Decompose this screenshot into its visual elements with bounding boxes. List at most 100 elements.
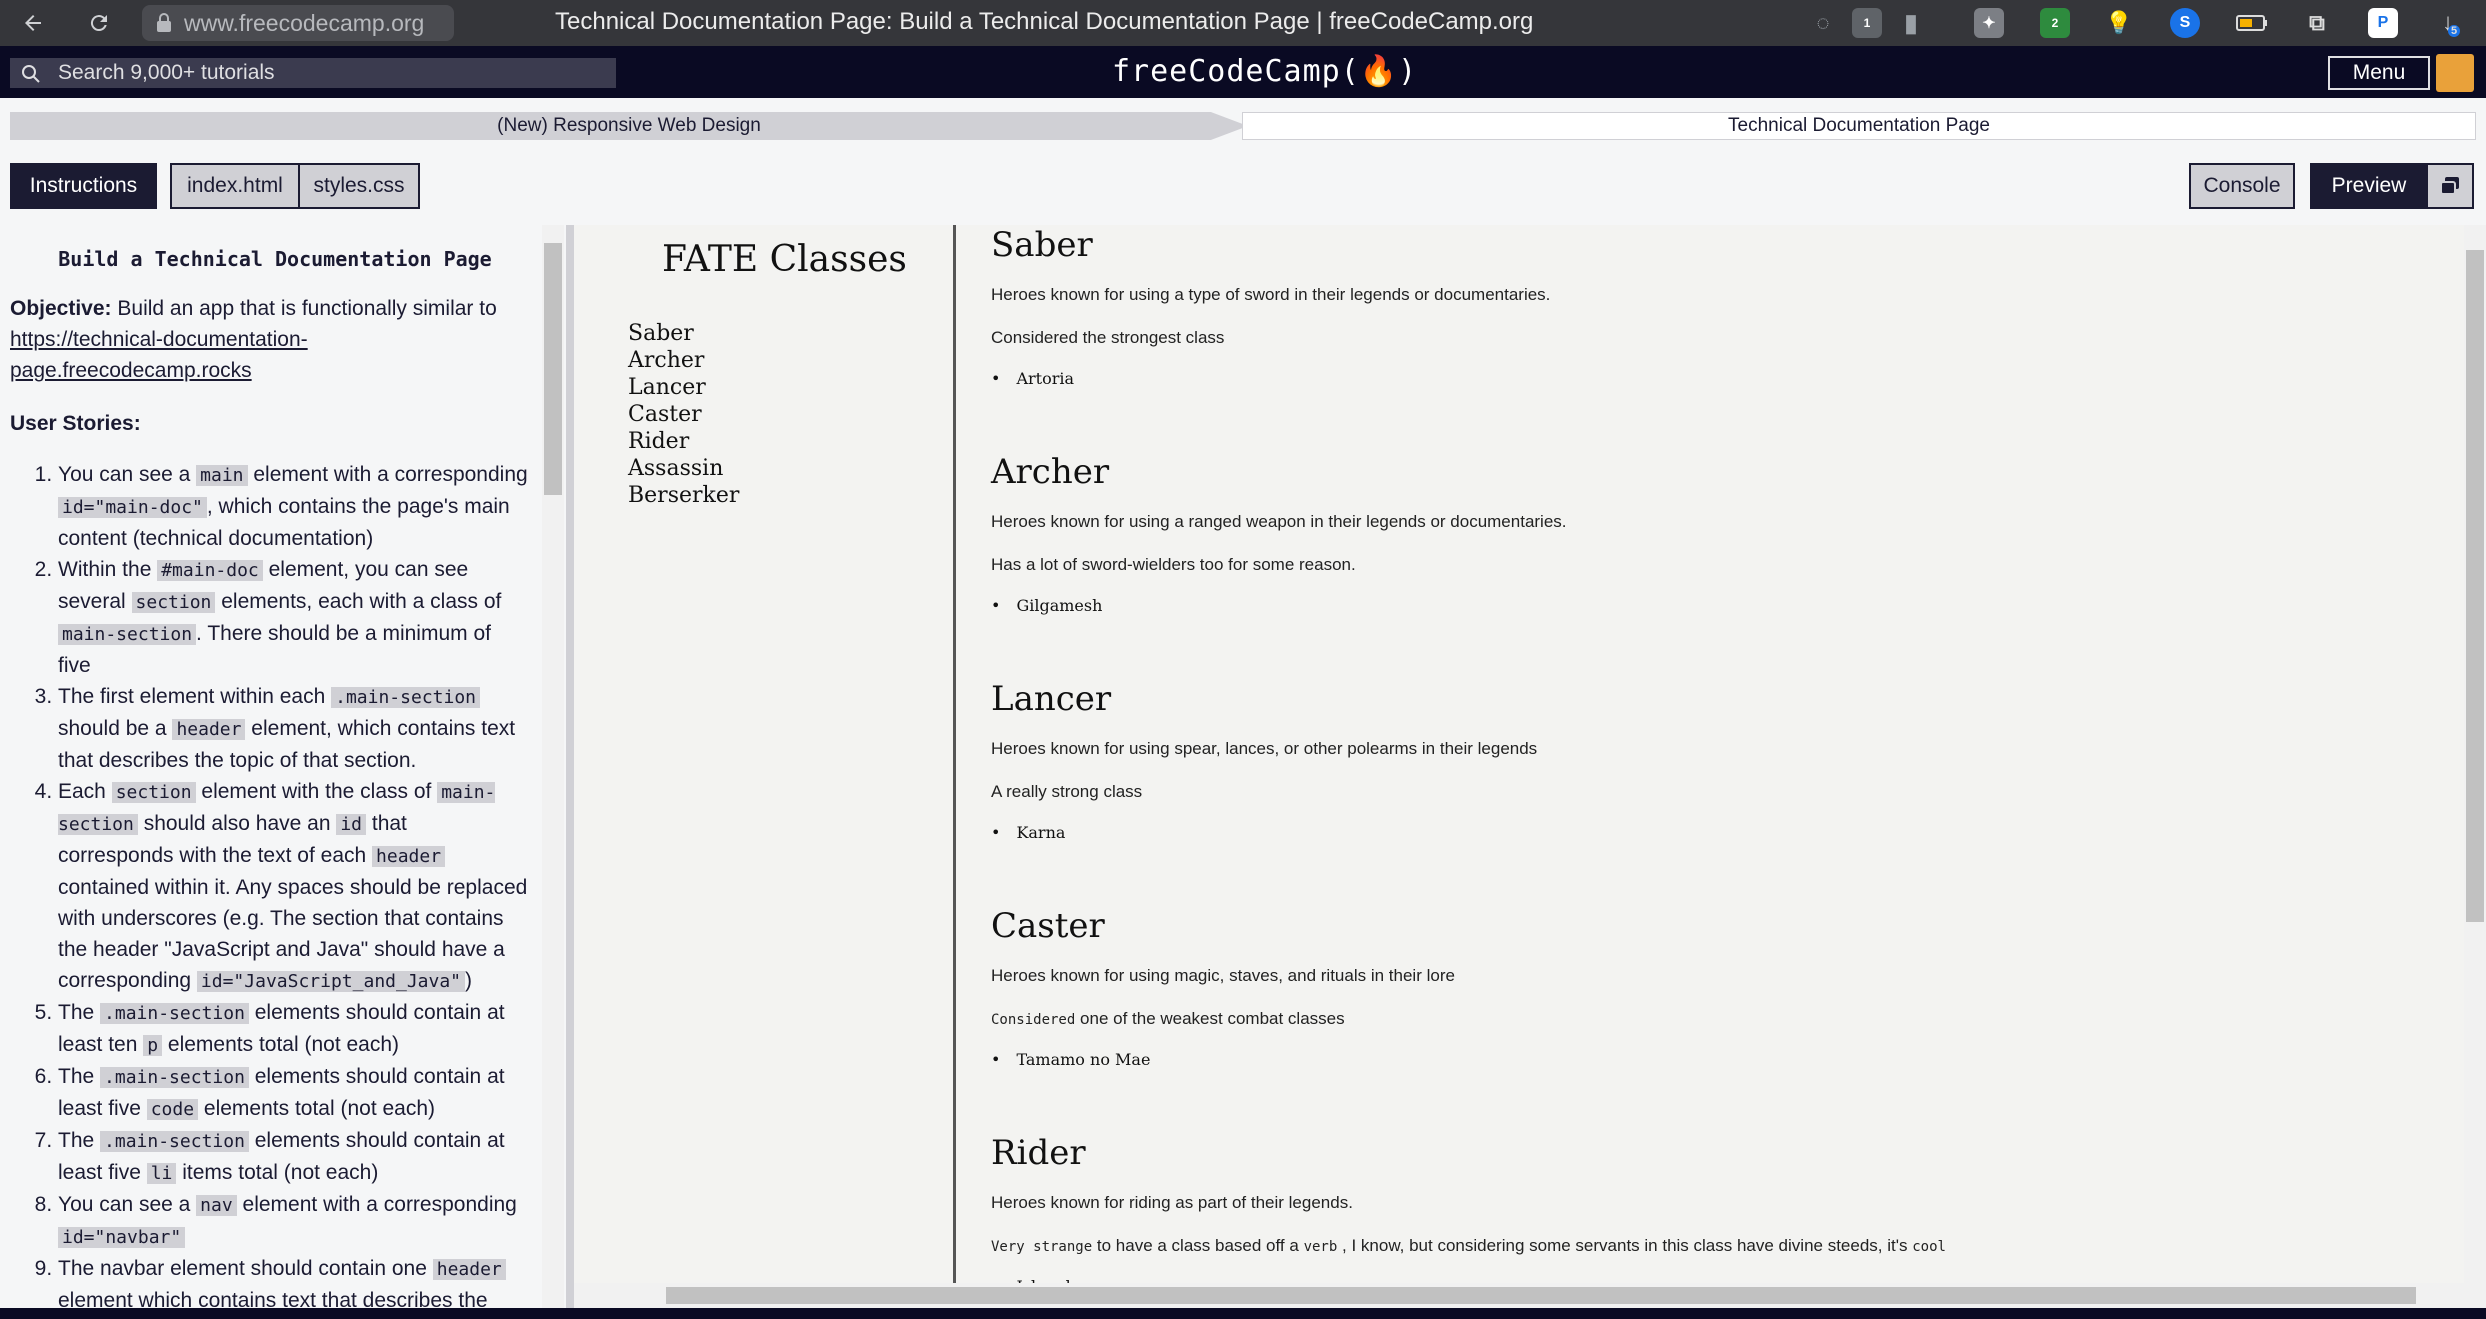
instructions-heading: Build a Technical Documentation Page <box>58 247 492 271</box>
puzzle-extension-icon[interactable]: ✦ <box>1974 8 2004 38</box>
avatar[interactable] <box>2436 54 2474 92</box>
inline-code: id="navbar" <box>58 1227 186 1248</box>
story-text: Within the <box>58 558 158 581</box>
nav-link-berserker[interactable]: Berserker <box>628 482 739 509</box>
browser-toolbar: www.freecodecamp.org Technical Documenta… <box>0 0 2486 46</box>
profile-doc-icon[interactable]: P <box>2368 8 2398 38</box>
shield-extension-icon[interactable]: 2 <box>2040 8 2070 38</box>
user-story: The .main-section elements should contai… <box>58 1061 528 1125</box>
menu-button[interactable]: Menu <box>2328 56 2430 90</box>
reload-icon[interactable] <box>84 8 114 38</box>
inline-code: id="main-doc" <box>58 497 207 518</box>
main-section: Archer Heroes known for using a ranged we… <box>991 452 2371 679</box>
section-header: Archer <box>991 452 1110 492</box>
objective: Objective: Build an app that is function… <box>0 293 550 386</box>
lightbulb-icon[interactable]: 💡 <box>2104 8 2134 38</box>
nav-link-saber[interactable]: Saber <box>628 320 739 347</box>
navbar-header: FATE Classes <box>662 239 907 280</box>
inline-code: header <box>432 1259 506 1280</box>
tab-index-html[interactable]: index.html <box>170 163 300 209</box>
story-text: You can see a <box>58 1193 197 1216</box>
tab-preview[interactable]: Preview <box>2310 163 2428 209</box>
section-paragraph: Heroes known for using spear, lances, or… <box>991 739 1538 758</box>
address-bar[interactable]: www.freecodecamp.org <box>142 5 454 41</box>
extensions-puzzle-icon[interactable]: ⧉ <box>2302 8 2332 38</box>
instructions-pane: Build a Technical Documentation Page Obj… <box>0 225 550 1308</box>
user-story: Each section element with the class of m… <box>58 776 528 997</box>
section-paragraph: Considered one of the weakest combat cla… <box>991 1009 1345 1029</box>
user-stories-list: You can see a main element with a corres… <box>0 459 550 1308</box>
main-section: Saber Heroes known for using a type of sw… <box>991 225 2371 452</box>
scrollbar-thumb[interactable] <box>2466 250 2484 922</box>
inline-code: #main-doc <box>157 560 263 581</box>
objective-label: Objective: <box>10 297 112 320</box>
search-placeholder: Search 9,000+ tutorials <box>58 61 275 84</box>
popout-preview-button[interactable] <box>2426 163 2474 209</box>
nav-link-rider[interactable]: Rider <box>628 428 739 455</box>
list-item: Gilgamesh <box>991 596 1102 615</box>
story-text: element with a corresponding <box>236 1193 517 1216</box>
breadcrumb-project[interactable]: Technical Documentation Page <box>1242 112 2476 140</box>
extension-icon[interactable]: 1 <box>1852 8 1882 38</box>
user-story: The .main-section elements should contai… <box>58 1125 528 1189</box>
main-doc: Saber Heroes known for using a type of sw… <box>991 225 2371 1283</box>
fcc-navbar: Search 9,000+ tutorials freeCodeCamp(🔥) … <box>0 46 2486 98</box>
main-section: Rider Heroes known for riding as part of … <box>991 1133 2371 1283</box>
user-story: The .main-section elements should contai… <box>58 997 528 1061</box>
inline-code: p <box>143 1035 163 1056</box>
story-text: should also have an <box>137 812 337 835</box>
story-text: The <box>58 1001 101 1024</box>
story-text: should be a <box>58 717 173 740</box>
inline-code: section <box>131 592 216 613</box>
example-link[interactable]: https://technical-documentation-page.fre… <box>10 328 308 382</box>
lock-icon <box>157 13 171 32</box>
nav-link-assassin[interactable]: Assassin <box>628 455 739 482</box>
shazam-icon[interactable]: S <box>2170 8 2200 38</box>
tab-styles-css[interactable]: styles.css <box>298 163 420 209</box>
inline-code: id="JavaScript_and_Java" <box>196 971 466 992</box>
inline-code: main <box>196 465 248 486</box>
main-section: Caster Heroes known for using magic, stav… <box>991 906 2371 1133</box>
story-text: The <box>58 1129 101 1152</box>
paragraph-text: one of the weakest combat classes <box>1080 1009 1345 1028</box>
back-icon[interactable] <box>18 8 48 38</box>
page-title: Technical Documentation Page: Build a Te… <box>555 8 1534 35</box>
tab-instructions[interactable]: Instructions <box>10 163 157 209</box>
nav-link-caster[interactable]: Caster <box>628 401 739 428</box>
story-text: elements total (not each) <box>162 1033 400 1056</box>
section-header: Lancer <box>991 679 1112 719</box>
scrollbar-thumb[interactable] <box>666 1287 2416 1304</box>
inline-code: cool <box>1912 1239 1946 1255</box>
nav-link-lancer[interactable]: Lancer <box>628 374 739 401</box>
battery-icon[interactable] <box>2236 8 2268 38</box>
preview-horizontal-scrollbar[interactable] <box>574 1283 2464 1308</box>
instructions-scrollbar[interactable] <box>542 225 564 1308</box>
breadcrumb-course[interactable]: (New) Responsive Web Design <box>10 112 1248 140</box>
story-text: The <box>58 1065 101 1088</box>
download-icon[interactable]: ↓ 5 <box>2436 8 2466 38</box>
story-text: You can see a <box>58 463 197 486</box>
search-input[interactable]: Search 9,000+ tutorials <box>10 58 616 88</box>
user-story: You can see a main element with a corres… <box>58 459 528 554</box>
section-paragraph: Heroes known for using a ranged weapon i… <box>991 512 1567 531</box>
fcc-logo[interactable]: freeCodeCamp(🔥) <box>1112 54 1417 89</box>
chat-icon[interactable]: ◌ <box>1808 8 1838 38</box>
inline-code: header <box>172 719 246 740</box>
story-text: element with the class of <box>195 780 438 803</box>
tab-console[interactable]: Console <box>2189 163 2295 209</box>
inline-code: .main-section <box>100 1067 249 1088</box>
taskbar-edge <box>0 1308 2486 1319</box>
story-text: elements, each with a class of <box>215 590 502 613</box>
bookmark-icon[interactable]: ▮ <box>1896 8 1926 38</box>
list-item: Karna <box>991 823 1065 842</box>
inline-code: code <box>146 1099 199 1120</box>
section-paragraph: Very strange to have a class based off a… <box>991 1236 1946 1256</box>
inline-code: header <box>372 846 446 867</box>
nav-link-archer[interactable]: Archer <box>628 347 739 374</box>
pane-divider[interactable] <box>566 225 574 1308</box>
list-item: Tamamo no Mae <box>991 1050 1150 1069</box>
search-icon <box>22 65 40 83</box>
inline-code: nav <box>196 1195 237 1216</box>
preview-scrollbar[interactable] <box>2464 225 2486 1308</box>
scrollbar-thumb[interactable] <box>544 243 562 495</box>
